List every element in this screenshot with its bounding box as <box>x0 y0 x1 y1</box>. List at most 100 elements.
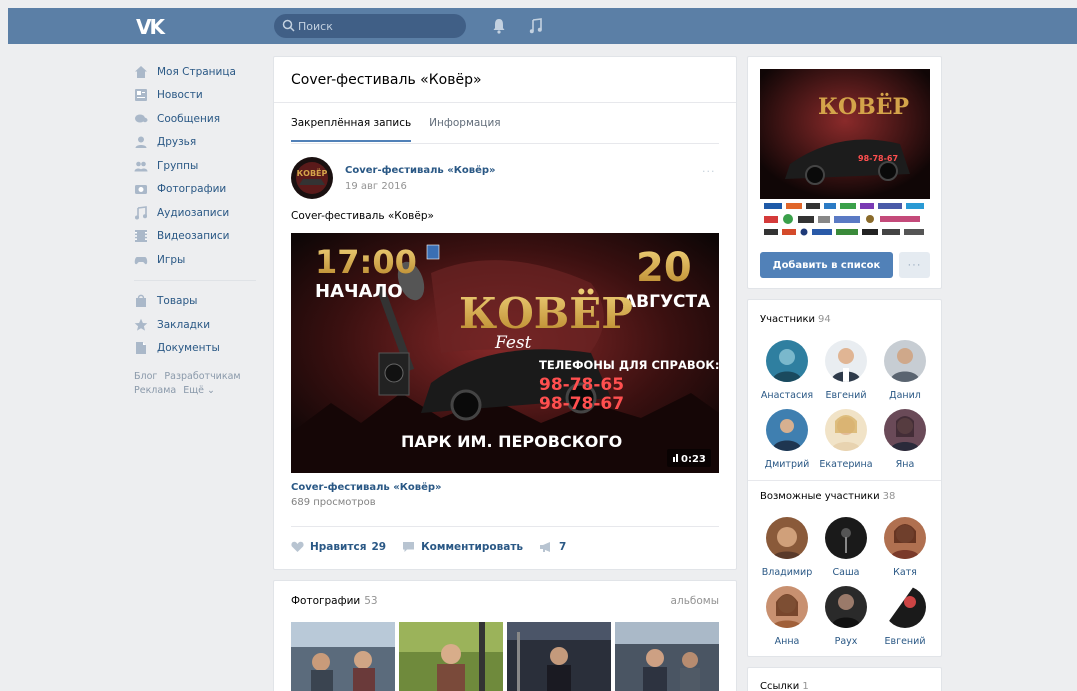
bag-icon <box>136 294 146 308</box>
search-input[interactable] <box>298 17 458 35</box>
camera-icon <box>135 185 147 195</box>
like-count: 29 <box>371 541 387 553</box>
albums-link[interactable]: альбомы <box>671 595 719 607</box>
post-more-button[interactable]: ··· <box>702 165 716 178</box>
photo-thumbnail[interactable] <box>507 622 611 691</box>
possible-member-person[interactable]: Евгений <box>874 586 936 647</box>
megaphone-icon <box>540 542 551 552</box>
video-views: 689 просмотров <box>291 497 376 508</box>
video-brand-text: КОВЁР <box>459 287 633 338</box>
photo-thumbnail[interactable] <box>291 622 395 691</box>
post-text: Cover-фестиваль «Ковёр» <box>291 210 434 222</box>
footer-link-more[interactable]: Ещё ⌄ <box>183 385 215 396</box>
photo-image <box>291 622 395 691</box>
avatar <box>884 409 926 451</box>
like-button[interactable]: Нравится 29 <box>291 541 386 553</box>
avatar <box>825 517 867 559</box>
share-button[interactable]: 7 <box>539 541 566 553</box>
more-actions-button[interactable]: ··· <box>899 252 930 278</box>
member-person[interactable]: Екатерина <box>815 409 877 470</box>
video-duration-text: 0:23 <box>681 454 706 465</box>
members-card: Участники 94 Анастасия Евгений Данил Дмит… <box>747 299 942 657</box>
video-day-text: 20 <box>636 245 692 291</box>
top-bar: VK <box>8 8 1077 44</box>
nav-item-audio[interactable]: Аудиозаписи <box>134 201 256 225</box>
music-note-icon <box>135 205 147 220</box>
nav-item-games[interactable]: Игры <box>134 248 256 272</box>
avatar <box>766 586 808 628</box>
members-title[interactable]: Участники 94 <box>760 314 831 325</box>
possible-member-person[interactable]: Владимир <box>756 517 818 578</box>
possible-members-title[interactable]: Возможные участники 38 <box>760 491 895 502</box>
video-poster: 17:00 НАЧАЛО 20 АВГУСТА КОВЁР Fest ТЕЛЕФ… <box>291 233 719 473</box>
tab-info[interactable]: Информация <box>429 117 500 142</box>
nav-item-photos[interactable]: Фотографии <box>134 178 256 202</box>
like-label: Нравится <box>310 541 367 553</box>
video-title-link[interactable]: Cover-фестиваль «Ковёр» <box>291 482 441 493</box>
member-person[interactable]: Яна <box>874 409 936 470</box>
vk-logo[interactable]: VK <box>136 15 168 39</box>
member-person[interactable]: Дмитрий <box>756 409 818 470</box>
post-author-link[interactable]: Cover-фестиваль «Ковёр» <box>345 165 495 176</box>
video-time-text: 17:00 <box>315 243 417 281</box>
member-person[interactable]: Евгений <box>815 340 877 401</box>
tab-pinned-post[interactable]: Закреплённая запись <box>291 117 412 142</box>
video-icon <box>135 230 147 243</box>
news-icon <box>135 89 147 102</box>
possible-member-person[interactable]: Катя <box>874 517 936 578</box>
avatar <box>884 517 926 559</box>
footer-link-developers[interactable]: Разработчикам <box>164 371 240 382</box>
nav-label: Группы <box>157 159 199 172</box>
video-player[interactable]: 17:00 НАЧАЛО 20 АВГУСТА КОВЁР Fest ТЕЛЕФ… <box>291 233 719 473</box>
links-title[interactable]: Ссылки 1 <box>760 681 809 691</box>
nav-item-bookmarks[interactable]: Закладки <box>134 313 256 337</box>
member-name: Саша <box>832 567 860 578</box>
music-icon[interactable] <box>528 17 544 35</box>
nav-item-messages[interactable]: Сообщения <box>134 107 256 131</box>
nav-item-news[interactable]: Новости <box>134 84 256 108</box>
group-cover-card: КОВЁР 98-78-67 Добавить в список ··· <box>747 56 942 289</box>
divider <box>748 480 941 481</box>
nav-item-friends[interactable]: Друзья <box>134 131 256 155</box>
divider <box>274 102 736 103</box>
page-title: Cover-фестиваль «Ковёр» <box>291 72 482 88</box>
photos-title[interactable]: Фотографии 53 <box>291 595 378 607</box>
nav-label: Аудиозаписи <box>157 206 230 219</box>
search-box[interactable] <box>274 14 466 38</box>
heart-icon <box>291 541 304 552</box>
post-actions: Нравится 29 Комментировать 7 <box>291 541 582 553</box>
nav-item-my-page[interactable]: Моя Страница <box>134 60 256 84</box>
group-cover-image[interactable]: КОВЁР 98-78-67 <box>760 69 930 241</box>
video-place-text: ПАРК ИМ. ПЕРОВСКОГО <box>401 432 622 451</box>
photo-image <box>615 622 719 691</box>
bell-icon[interactable] <box>491 17 507 35</box>
member-name: Яна <box>895 459 915 470</box>
post-date: 19 авг 2016 <box>345 181 407 192</box>
nav-label: Сообщения <box>157 112 221 125</box>
nav-label: Моя Страница <box>157 65 236 78</box>
possible-member-person[interactable]: Раух <box>815 586 877 647</box>
nav-item-documents[interactable]: Документы <box>134 337 256 361</box>
member-name: Анна <box>774 636 800 647</box>
photo-thumbnail[interactable] <box>615 622 719 691</box>
footer-link-blog[interactable]: Блог <box>134 371 157 382</box>
member-name: Владимир <box>761 567 813 578</box>
possible-member-person[interactable]: Саша <box>815 517 877 578</box>
possible-member-person[interactable]: Анна <box>756 586 818 647</box>
comment-button[interactable]: Комментировать <box>402 541 523 553</box>
nav-label: Друзья <box>157 136 197 149</box>
post-author-avatar[interactable]: КОВЁР <box>291 157 333 199</box>
links-count: 1 <box>802 681 809 691</box>
member-name: Раух <box>834 636 858 647</box>
avatar <box>766 409 808 451</box>
video-phones-label: ТЕЛЕФОНЫ ДЛЯ СПРАВОК: <box>539 358 719 372</box>
member-person[interactable]: Анастасия <box>756 340 818 401</box>
nav-item-goods[interactable]: Товары <box>134 290 256 314</box>
nav-footer: Блог Разработчикам Реклама Ещё ⌄ <box>134 370 256 398</box>
photo-thumbnail[interactable] <box>399 622 503 691</box>
add-to-list-button[interactable]: Добавить в список <box>760 252 893 278</box>
nav-item-groups[interactable]: Группы <box>134 154 256 178</box>
nav-item-video[interactable]: Видеозаписи <box>134 225 256 249</box>
footer-link-ads[interactable]: Реклама <box>134 385 176 396</box>
member-person[interactable]: Данил <box>874 340 936 401</box>
